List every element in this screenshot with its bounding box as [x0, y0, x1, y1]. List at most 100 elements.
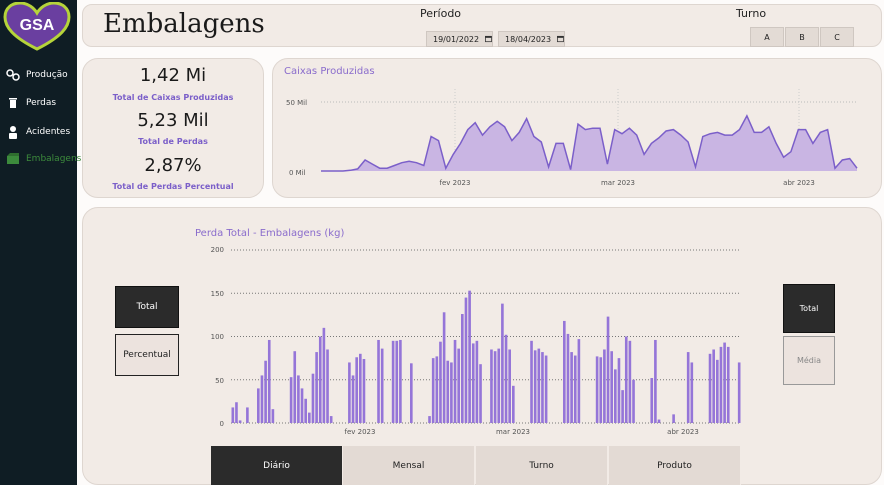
toggle-media[interactable]: Média: [783, 336, 835, 385]
bar: [380, 348, 384, 423]
bar: [712, 349, 715, 423]
bar-x-tick: fev 2023: [345, 428, 376, 436]
shift-button-b[interactable]: B: [785, 27, 819, 47]
bar: [577, 339, 581, 423]
box-icon: [7, 153, 19, 164]
sidebar-item-producao[interactable]: Produção: [6, 69, 68, 81]
tab-mensal[interactable]: Mensal: [343, 446, 475, 485]
area-x-tick: mar 2023: [601, 179, 635, 187]
bar: [311, 373, 315, 423]
sidebar-item-acidentes[interactable]: Acidentes: [6, 125, 70, 139]
bar: [471, 343, 475, 423]
bar: [672, 414, 675, 423]
bar: [614, 369, 617, 423]
bar: [530, 340, 533, 423]
bar: [450, 362, 453, 423]
kpi-total-losses-value: 5,23 Mil: [137, 110, 209, 131]
kpi-total-losses-label: Total de Perdas: [138, 137, 208, 146]
bar: [453, 339, 457, 423]
bar: [329, 416, 333, 423]
bar-x-tick: abr 2023: [667, 428, 699, 436]
bar: [308, 412, 311, 423]
calendar-icon: [557, 35, 564, 43]
tab-diario[interactable]: Diário: [211, 446, 343, 485]
sidebar-item-embalagens[interactable]: Embalagens: [6, 153, 81, 165]
worker-icon: [9, 126, 17, 139]
bar: [355, 357, 358, 423]
bar: [690, 362, 694, 423]
bar: [246, 407, 249, 423]
bar: [428, 416, 431, 423]
bar: [231, 407, 235, 423]
bar: [435, 356, 439, 423]
bar: [351, 375, 355, 424]
tab-produto[interactable]: Produto: [609, 446, 741, 485]
bar: [501, 303, 504, 423]
bar: [264, 360, 267, 423]
bar: [399, 339, 402, 423]
bar: [497, 348, 501, 423]
bar: [362, 358, 366, 423]
bar: [377, 339, 380, 423]
gsa-logo[interactable]: GSA: [3, 1, 71, 56]
bar-y-tick: 50: [215, 377, 224, 385]
bar: [599, 357, 603, 423]
sidebar-item-label: Embalagens: [26, 154, 82, 164]
period-label: Período: [420, 7, 462, 20]
bar: [595, 356, 599, 423]
toggle-total-right[interactable]: Total: [783, 284, 835, 333]
bar: [446, 360, 450, 423]
toggle-total-left[interactable]: Total: [115, 286, 179, 328]
shift-button-a[interactable]: A: [750, 27, 784, 47]
bar: [737, 362, 741, 423]
bar: [410, 363, 413, 423]
gears-icon: [6, 69, 20, 81]
bar: [326, 349, 329, 423]
kpi-card: 1,42 Mi Total de Caixas Produzidas 5,23 …: [82, 58, 264, 198]
bar-y-tick: 150: [211, 290, 224, 298]
bar: [628, 340, 632, 423]
bar: [723, 342, 726, 424]
toggle-percentual[interactable]: Percentual: [115, 334, 179, 376]
date-start-picker[interactable]: 19/01/2022: [426, 31, 493, 47]
area-chart: 50 Mil 0 Mil fev 2023 mar 2023 abr 2023: [286, 89, 858, 187]
bar: [468, 290, 471, 423]
bar: [621, 390, 624, 423]
date-start-value: 19/01/2022: [433, 34, 480, 44]
bar: [257, 388, 260, 423]
bar: [457, 348, 460, 423]
bar-y-tick: 100: [211, 333, 224, 341]
kpi-total-boxes-value: 1,42 Mi: [139, 65, 207, 86]
bar: [359, 353, 362, 423]
bar: [442, 312, 446, 423]
bar: [657, 419, 661, 423]
bar: [348, 362, 351, 423]
area-y-tick: 0 Mil: [289, 169, 306, 177]
bar: [570, 352, 573, 423]
bar: [544, 355, 548, 423]
kpi-loss-percent-label: Total de Perdas Percentual: [112, 182, 234, 191]
bar-y-tick: 200: [211, 246, 224, 254]
boxes-produced-card: Caixas Produzidas 50 Mil 0 Mil fev 2023 …: [272, 58, 882, 198]
bar: [493, 351, 497, 423]
area-y-tick: 50 Mil: [286, 99, 307, 107]
bar: [650, 378, 654, 423]
bar: [475, 340, 479, 423]
area-x-tick: fev 2023: [440, 179, 471, 187]
bar: [238, 420, 242, 423]
bar: [563, 320, 566, 423]
kpi-total-boxes-label: Total de Caixas Produzidas: [112, 93, 234, 102]
sidebar-item-perdas[interactable]: Perdas: [6, 97, 56, 109]
bar: [726, 346, 730, 423]
bar: [512, 385, 515, 424]
tab-turno[interactable]: Turno: [476, 446, 608, 485]
bar: [537, 348, 541, 423]
bar: [632, 379, 635, 423]
bar: [508, 349, 511, 423]
date-end-picker[interactable]: 18/04/2023: [498, 31, 565, 47]
shift-button-c[interactable]: C: [820, 27, 854, 47]
bar: [391, 340, 395, 423]
bar: [541, 352, 544, 423]
bar: [716, 359, 719, 423]
bar: [322, 327, 326, 423]
